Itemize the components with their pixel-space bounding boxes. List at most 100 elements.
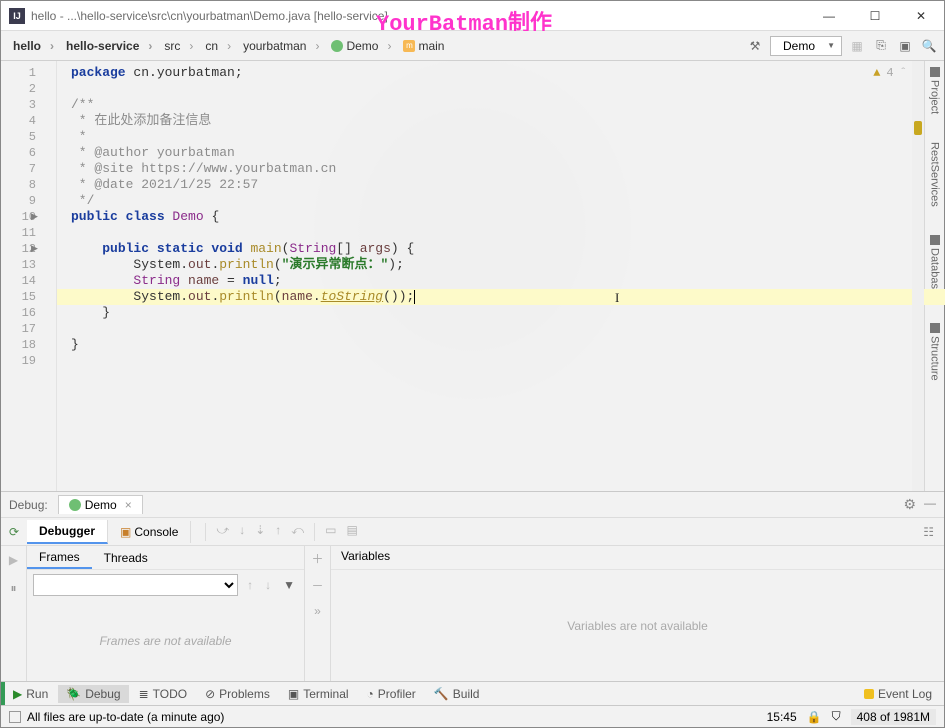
crumb-hello-service[interactable]: hello-service bbox=[60, 37, 158, 55]
tool-project[interactable]: Project bbox=[929, 67, 941, 114]
tab-variables[interactable]: Variables bbox=[331, 546, 944, 570]
attach-icon[interactable]: ⎘ bbox=[872, 37, 890, 55]
warning-icon: ▲ bbox=[873, 65, 880, 81]
debug-config-tab[interactable]: Demo × bbox=[58, 495, 143, 514]
evaluate-icon[interactable]: ▤ bbox=[346, 523, 357, 541]
crumb-demo[interactable]: Demo bbox=[325, 37, 397, 55]
minimize-button[interactable]: ― bbox=[806, 1, 852, 31]
structure-icon bbox=[930, 323, 940, 333]
chevron-down-icon: ▼ bbox=[827, 41, 835, 50]
status-icon[interactable] bbox=[9, 711, 21, 723]
gutter[interactable]: 12345678910▶1112▶13141516171819 bbox=[1, 61, 57, 491]
crumb-yourbatman[interactable]: yourbatman bbox=[237, 37, 325, 55]
window-title: hello - ...\hello-service\src\cn\yourbat… bbox=[31, 9, 388, 23]
frames-empty-text: Frames are not available bbox=[27, 600, 304, 681]
run-icon[interactable]: ▦ bbox=[848, 37, 866, 55]
terminal-icon: ▣ bbox=[288, 687, 299, 701]
nav-bar: hello hello-service src cn yourbatman De… bbox=[1, 31, 944, 61]
console-icon: ▣ bbox=[120, 525, 131, 539]
chevron-up-icon: ˆ bbox=[900, 65, 907, 81]
filter-icon[interactable]: ▼ bbox=[280, 578, 298, 592]
build-icon: 🔨 bbox=[434, 687, 449, 701]
status-bar: All files are up-to-date (a minute ago) … bbox=[1, 705, 944, 727]
tab-debug[interactable]: 🪲Debug bbox=[58, 685, 128, 703]
inspection-indicator[interactable]: ⛉ bbox=[832, 709, 841, 724]
bottom-tool-tabs: ▶Run 🪲Debug ≣TODO ⊘Problems ▣Terminal ◔P… bbox=[1, 681, 944, 705]
resume-icon[interactable]: ▶ bbox=[9, 546, 18, 574]
next-frame-icon[interactable]: ↓ bbox=[262, 578, 274, 592]
class-icon bbox=[69, 499, 81, 511]
vertical-scrollbar[interactable] bbox=[912, 61, 924, 491]
tab-run[interactable]: ▶Run bbox=[5, 685, 56, 703]
debug-icon: 🪲 bbox=[66, 687, 81, 701]
code-area[interactable]: ▲ 4 ˆ ˇ I package cn.yourbatman;/** * 在此… bbox=[57, 61, 924, 491]
tab-terminal[interactable]: ▣Terminal bbox=[280, 685, 357, 703]
tool-rest[interactable]: RestServices bbox=[929, 142, 941, 207]
todo-icon: ≣ bbox=[139, 687, 149, 701]
profiler-icon: ◔ bbox=[367, 687, 374, 701]
database-icon bbox=[930, 235, 940, 245]
tab-threads[interactable]: Threads bbox=[92, 548, 160, 568]
pause-icon[interactable]: ⏸ bbox=[10, 574, 16, 602]
tool-database[interactable]: Database bbox=[929, 235, 941, 295]
prev-frame-icon[interactable]: ↑ bbox=[244, 578, 256, 592]
debug-tool-window: Debug: Demo × ⚙ ― ⟳ Debugger ▣Console ⤻ bbox=[1, 491, 944, 681]
close-tab-icon[interactable]: × bbox=[125, 498, 132, 512]
frames-pane: Frames Threads ↑ ↓ ▼ Frames are not avai… bbox=[27, 546, 305, 681]
crumb-main-label: main bbox=[418, 39, 444, 53]
close-button[interactable]: ✕ bbox=[898, 1, 944, 31]
tab-profiler[interactable]: ◔Profiler bbox=[359, 685, 424, 703]
step-over-icon[interactable]: ⤻ bbox=[216, 523, 229, 541]
run-to-cursor-icon[interactable]: ▭ bbox=[325, 523, 336, 541]
build-icon[interactable]: ⚒ bbox=[746, 37, 764, 55]
layout-icon[interactable]: ▣ bbox=[896, 37, 914, 55]
tab-problems[interactable]: ⊘Problems bbox=[197, 685, 278, 703]
method-icon: m bbox=[403, 40, 415, 52]
crumb-main[interactable]: mmain bbox=[397, 37, 450, 55]
tab-debugger[interactable]: Debugger bbox=[27, 520, 108, 544]
tab-event-log[interactable]: Event Log bbox=[856, 685, 940, 703]
problems-icon: ⊘ bbox=[205, 687, 215, 701]
debug-title: Debug: bbox=[9, 498, 48, 512]
remove-watch-icon[interactable]: － bbox=[311, 577, 323, 594]
thread-selector[interactable] bbox=[33, 574, 238, 596]
hide-icon[interactable]: ― bbox=[924, 496, 936, 513]
crumb-demo-label: Demo bbox=[346, 39, 378, 53]
tab-console[interactable]: ▣Console bbox=[108, 521, 191, 543]
step-into-icon[interactable]: ↓ bbox=[239, 523, 245, 541]
search-icon[interactable]: 🔍 bbox=[920, 37, 938, 55]
debug-config-label: Demo bbox=[85, 498, 117, 512]
tab-build[interactable]: 🔨Build bbox=[426, 685, 488, 703]
crumb-src[interactable]: src bbox=[158, 37, 199, 55]
project-icon bbox=[930, 67, 940, 77]
editor[interactable]: 12345678910▶1112▶13141516171819 ▲ 4 ˆ ˇ … bbox=[1, 61, 924, 491]
step-out-icon[interactable]: ↑ bbox=[275, 523, 281, 541]
run-icon: ▶ bbox=[13, 687, 22, 701]
crumb-hello[interactable]: hello bbox=[7, 37, 60, 55]
tab-todo[interactable]: ≣TODO bbox=[131, 685, 196, 703]
tab-frames[interactable]: Frames bbox=[27, 547, 92, 569]
memory-indicator[interactable]: 408 of 1981M bbox=[851, 709, 936, 725]
drop-frame-icon[interactable]: ⤺ bbox=[291, 523, 304, 541]
event-dot-icon bbox=[864, 689, 874, 699]
run-config-selector[interactable]: Demo ▼ bbox=[770, 36, 842, 56]
force-step-into-icon[interactable]: ⇣ bbox=[255, 523, 265, 541]
warning-count: 4 bbox=[886, 65, 893, 81]
crumb-cn[interactable]: cn bbox=[199, 37, 237, 55]
thread-dump-icon[interactable]: ☷ bbox=[923, 525, 934, 539]
variables-empty-text: Variables are not available bbox=[331, 570, 944, 681]
status-message: All files are up-to-date (a minute ago) bbox=[27, 710, 224, 724]
maximize-button[interactable]: ☐ bbox=[852, 1, 898, 31]
gear-icon[interactable]: ⚙ bbox=[903, 496, 916, 513]
lock-icon[interactable]: 🔒 bbox=[807, 710, 822, 724]
title-bar: IJ hello - ...\hello-service\src\cn\your… bbox=[1, 1, 944, 31]
add-watch-icon[interactable]: ＋ bbox=[311, 550, 323, 567]
class-icon bbox=[331, 40, 343, 52]
variables-pane: Variables Variables are not available bbox=[331, 546, 944, 681]
caret-position[interactable]: 15:45 bbox=[767, 710, 797, 724]
more-icon[interactable]: » bbox=[314, 604, 321, 618]
right-tool-rail: Project RestServices Database Structure bbox=[924, 61, 944, 491]
scrollbar-marker bbox=[914, 121, 922, 135]
rerun-icon[interactable]: ⟳ bbox=[9, 518, 19, 546]
tool-structure[interactable]: Structure bbox=[929, 323, 941, 381]
